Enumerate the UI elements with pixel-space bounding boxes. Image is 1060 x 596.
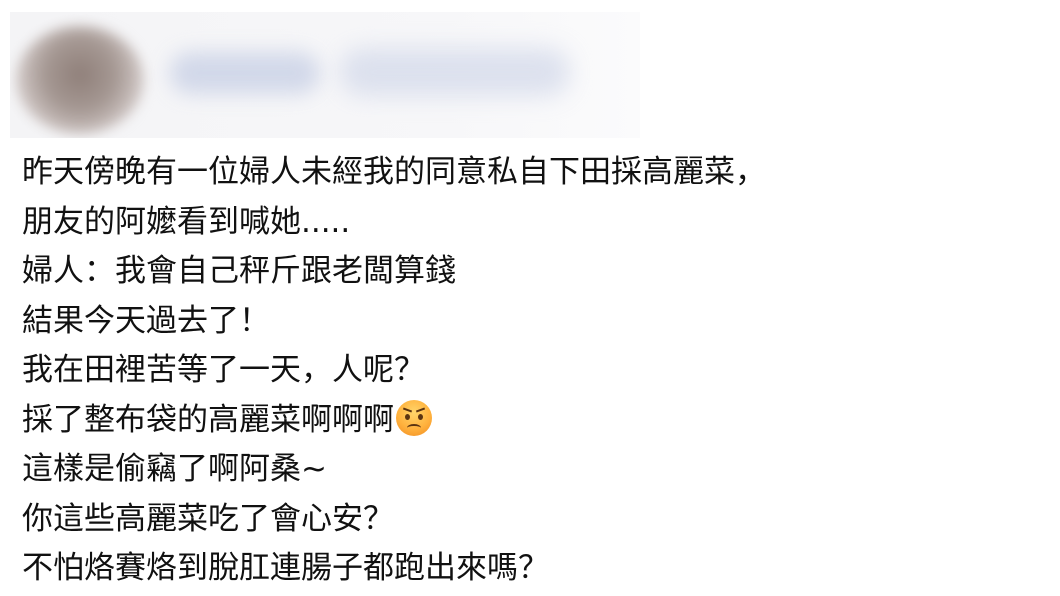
post-line: 朋友的阿嬤看到喊她..... bbox=[22, 203, 351, 240]
angry-face-icon bbox=[396, 399, 432, 436]
post-header-blurred bbox=[10, 12, 640, 138]
post-line: 這樣是偷竊了啊阿桑~ bbox=[22, 451, 327, 487]
post-text: 昨天傍晚有一位婦人未經我的同意私自下田採高麗菜， 朋友的阿嬤看到喊她..... … bbox=[22, 148, 1042, 594]
post-line: 結果今天過去了！ bbox=[22, 302, 270, 339]
post-line: 你這些高麗菜吃了會心安？ bbox=[22, 500, 394, 537]
post-line: 我在田裡苦等了一天，人呢？ bbox=[22, 352, 425, 388]
post-line: 婦人：我會自己秤斤跟老闆算錢 bbox=[22, 253, 456, 289]
post-line: 不怕烙賽烙到脫肛連腸子都跑出來嗎？ bbox=[22, 550, 549, 586]
post-meta-blurred bbox=[340, 48, 570, 96]
avatar[interactable] bbox=[16, 26, 144, 134]
author-name-blurred[interactable] bbox=[170, 52, 320, 94]
post-line-with-emoji: 採了整布袋的高麗菜啊啊啊 bbox=[22, 396, 1042, 446]
post-line-text: 採了整布袋的高麗菜啊啊啊 bbox=[22, 401, 394, 438]
post-line: 昨天傍晚有一位婦人未經我的同意私自下田採高麗菜， bbox=[22, 154, 766, 190]
